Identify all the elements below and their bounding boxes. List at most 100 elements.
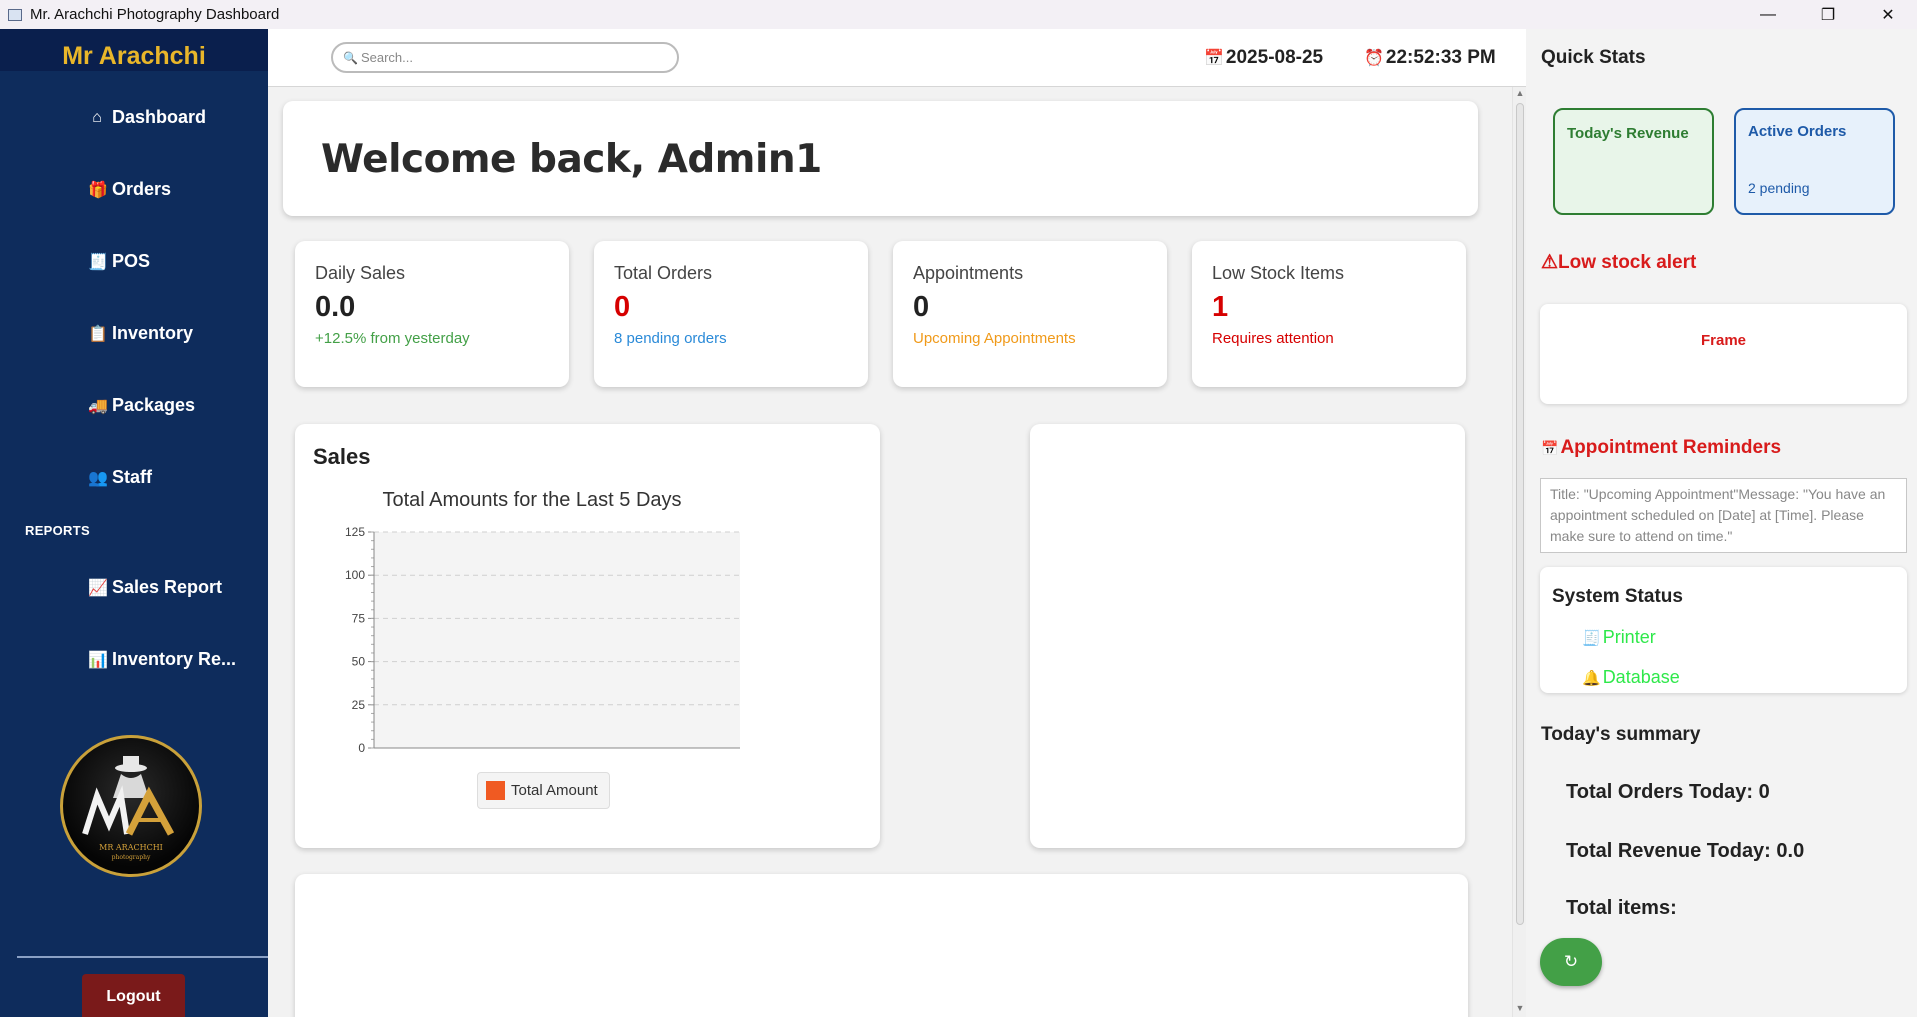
sidebar-item-label: Inventory Re... <box>112 649 237 669</box>
chart-plot-area <box>374 532 740 748</box>
stat-label: Low Stock Items <box>1212 263 1345 283</box>
chart-y-tick-label: 25 <box>352 698 366 712</box>
chart-y-tick-label: 75 <box>352 611 366 625</box>
appointment-reminder-text[interactable]: Title: "Upcoming Appointment"Message: "Y… <box>1540 478 1907 553</box>
brand-logo: MR ARACHCHI photography <box>60 735 202 877</box>
legend-swatch <box>486 781 505 800</box>
welcome-card: Welcome back, Admin1 <box>283 101 1478 216</box>
receipt-icon: 🧾 <box>88 253 108 271</box>
alarm-clock-icon: ⏰ <box>1364 50 1384 67</box>
chart-legend[interactable]: Total Amount <box>477 772 610 809</box>
active-orders-sub: 2 pending <box>1748 180 1810 196</box>
refresh-button[interactable]: ↻ <box>1540 938 1602 986</box>
logout-button[interactable]: Logout <box>82 974 185 1017</box>
sidebar-item-orders[interactable]: 🎁 Orders <box>88 179 171 200</box>
appointment-reminders-title: Appointment Reminders <box>1560 437 1782 458</box>
low-stock-item-card: Frame <box>1540 304 1907 404</box>
system-status-title: System Status <box>1552 586 1683 607</box>
sidebar-item-label: Sales Report <box>112 577 223 597</box>
refresh-icon: ↻ <box>1563 952 1579 971</box>
stat-subtext: Upcoming Appointments <box>913 330 1076 347</box>
system-status-card: System Status 🧾 Printer 🔔 Database <box>1540 567 1907 693</box>
logo-subtext: photography <box>112 854 151 861</box>
scroll-down-arrow-icon[interactable]: ▼ <box>1513 1003 1527 1013</box>
logo-text: MR ARACHCHI <box>99 843 163 852</box>
search-input[interactable] <box>360 50 661 65</box>
time-text: 22:52:33 PM <box>1385 47 1496 68</box>
bell-icon: 🔔 <box>1582 669 1601 687</box>
chart-y-tick-label: 50 <box>352 655 366 669</box>
stat-value: 0 <box>913 291 930 323</box>
minimize-button[interactable]: — <box>1740 0 1796 29</box>
search-box[interactable]: 🔍 <box>331 42 679 73</box>
summary-total-items: Total items: <box>1566 897 1677 919</box>
status-item-database: 🔔 Database <box>1582 667 1680 688</box>
sidebar-item-inventory[interactable]: 📋 Inventory <box>88 323 193 344</box>
welcome-heading: Welcome back, Admin1 <box>321 137 822 182</box>
scroll-up-arrow-icon[interactable]: ▲ <box>1513 88 1527 98</box>
stat-card-total-orders: Total Orders 0 8 pending orders <box>594 241 868 387</box>
stat-value: 0.0 <box>315 291 356 323</box>
time-display: ⏰ 22:52:33 PM <box>1364 47 1496 69</box>
todays-revenue-label: Today's Revenue <box>1567 125 1689 142</box>
window-title: Mr. Arachchi Photography Dashboard <box>30 6 280 23</box>
quick-stats-title: Quick Stats <box>1541 47 1646 68</box>
bar-chart-icon: 📊 <box>88 651 108 669</box>
calendar-icon: 📅 <box>1204 50 1224 67</box>
search-icon: 🔍 <box>343 50 358 65</box>
date-display: 📅 2025-08-25 <box>1204 47 1323 69</box>
close-button[interactable]: ✕ <box>1860 0 1916 29</box>
legend-label: Total Amount <box>511 782 598 799</box>
sidebar-item-packages[interactable]: 🚚 Packages <box>88 395 195 416</box>
sidebar-item-sales-report[interactable]: 📈 Sales Report <box>88 577 222 598</box>
calendar-icon: 📅 <box>1541 439 1559 456</box>
stat-subtext: +12.5% from yesterday <box>315 330 470 347</box>
stat-value: 1 <box>1212 291 1229 323</box>
chart-y-tick-label: 0 <box>358 741 365 755</box>
low-stock-item: Frame <box>1700 332 1747 349</box>
todays-revenue-box: Today's Revenue <box>1553 108 1714 215</box>
stat-card-appointments: Appointments 0 Upcoming Appointments <box>893 241 1167 387</box>
stat-subtext: 8 pending orders <box>614 330 727 347</box>
sidebar-item-label: Orders <box>112 179 172 199</box>
status-item-printer: 🧾 Printer <box>1582 627 1656 648</box>
stat-label: Total Orders <box>614 263 713 283</box>
receipt-icon: 🧾 <box>1582 629 1601 647</box>
date-text: 2025-08-25 <box>1225 47 1324 68</box>
maximize-button[interactable]: ❐ <box>1800 0 1856 29</box>
empty-panel-card <box>1030 424 1465 848</box>
active-orders-label: Active Orders <box>1748 123 1847 140</box>
stat-card-daily-sales: Daily Sales 0.0 +12.5% from yesterday <box>295 241 569 387</box>
truck-icon: 🚚 <box>88 397 108 415</box>
scrollbar-thumb[interactable] <box>1516 103 1524 925</box>
chart-title: Total Amounts for the Last 5 Days <box>382 489 681 511</box>
status-item-label: Database <box>1602 667 1680 687</box>
users-icon: 👥 <box>88 469 108 487</box>
top-header: 🔍 📅 2025-08-25 ⏰ 22:52:33 PM <box>268 29 1526 87</box>
status-item-label: Printer <box>1602 627 1656 647</box>
clipboard-icon: 📋 <box>88 325 108 343</box>
gift-icon: 🎁 <box>88 181 108 199</box>
sidebar-item-pos[interactable]: 🧾 POS <box>88 251 150 272</box>
sidebar-item-dashboard[interactable]: ⌂ Dashboard <box>88 107 206 128</box>
sidebar-item-inventory-report[interactable]: 📊 Inventory Re... <box>88 649 236 670</box>
main-scrollbar[interactable]: ▲ ▼ <box>1512 87 1526 1017</box>
sidebar-item-label: Packages <box>112 395 196 415</box>
chart-y-tick-label: 125 <box>345 525 365 539</box>
active-orders-box: Active Orders 2 pending <box>1734 108 1895 215</box>
bottom-panel-card <box>295 874 1468 1017</box>
stat-card-low-stock: Low Stock Items 1 Requires attention <box>1192 241 1466 387</box>
stat-value: 0 <box>614 291 631 323</box>
sales-heading: Sales <box>313 444 371 469</box>
stat-label: Daily Sales <box>315 263 406 283</box>
sidebar-item-label: Staff <box>112 467 152 487</box>
app-icon <box>8 8 22 21</box>
home-icon: ⌂ <box>92 108 102 126</box>
sales-chart: Total Amounts for the Last 5 Days 0 25 50 75… <box>345 489 740 755</box>
sidebar-item-label: Dashboard <box>112 107 207 127</box>
sidebar-item-staff[interactable]: 👥 Staff <box>88 467 152 488</box>
summary-total-revenue: Total Revenue Today: 0.0 <box>1566 840 1805 862</box>
sidebar-divider <box>17 956 268 958</box>
sidebar-item-label: Inventory <box>112 323 194 343</box>
stat-subtext: Requires attention <box>1212 330 1334 347</box>
